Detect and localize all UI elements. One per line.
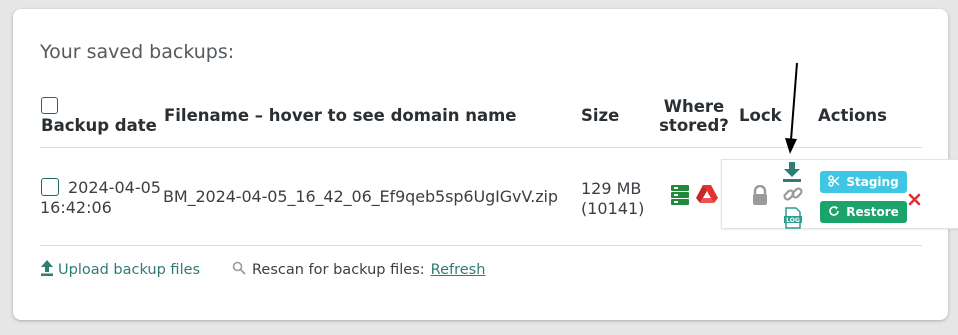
annotation-arrow (785, 62, 798, 154)
